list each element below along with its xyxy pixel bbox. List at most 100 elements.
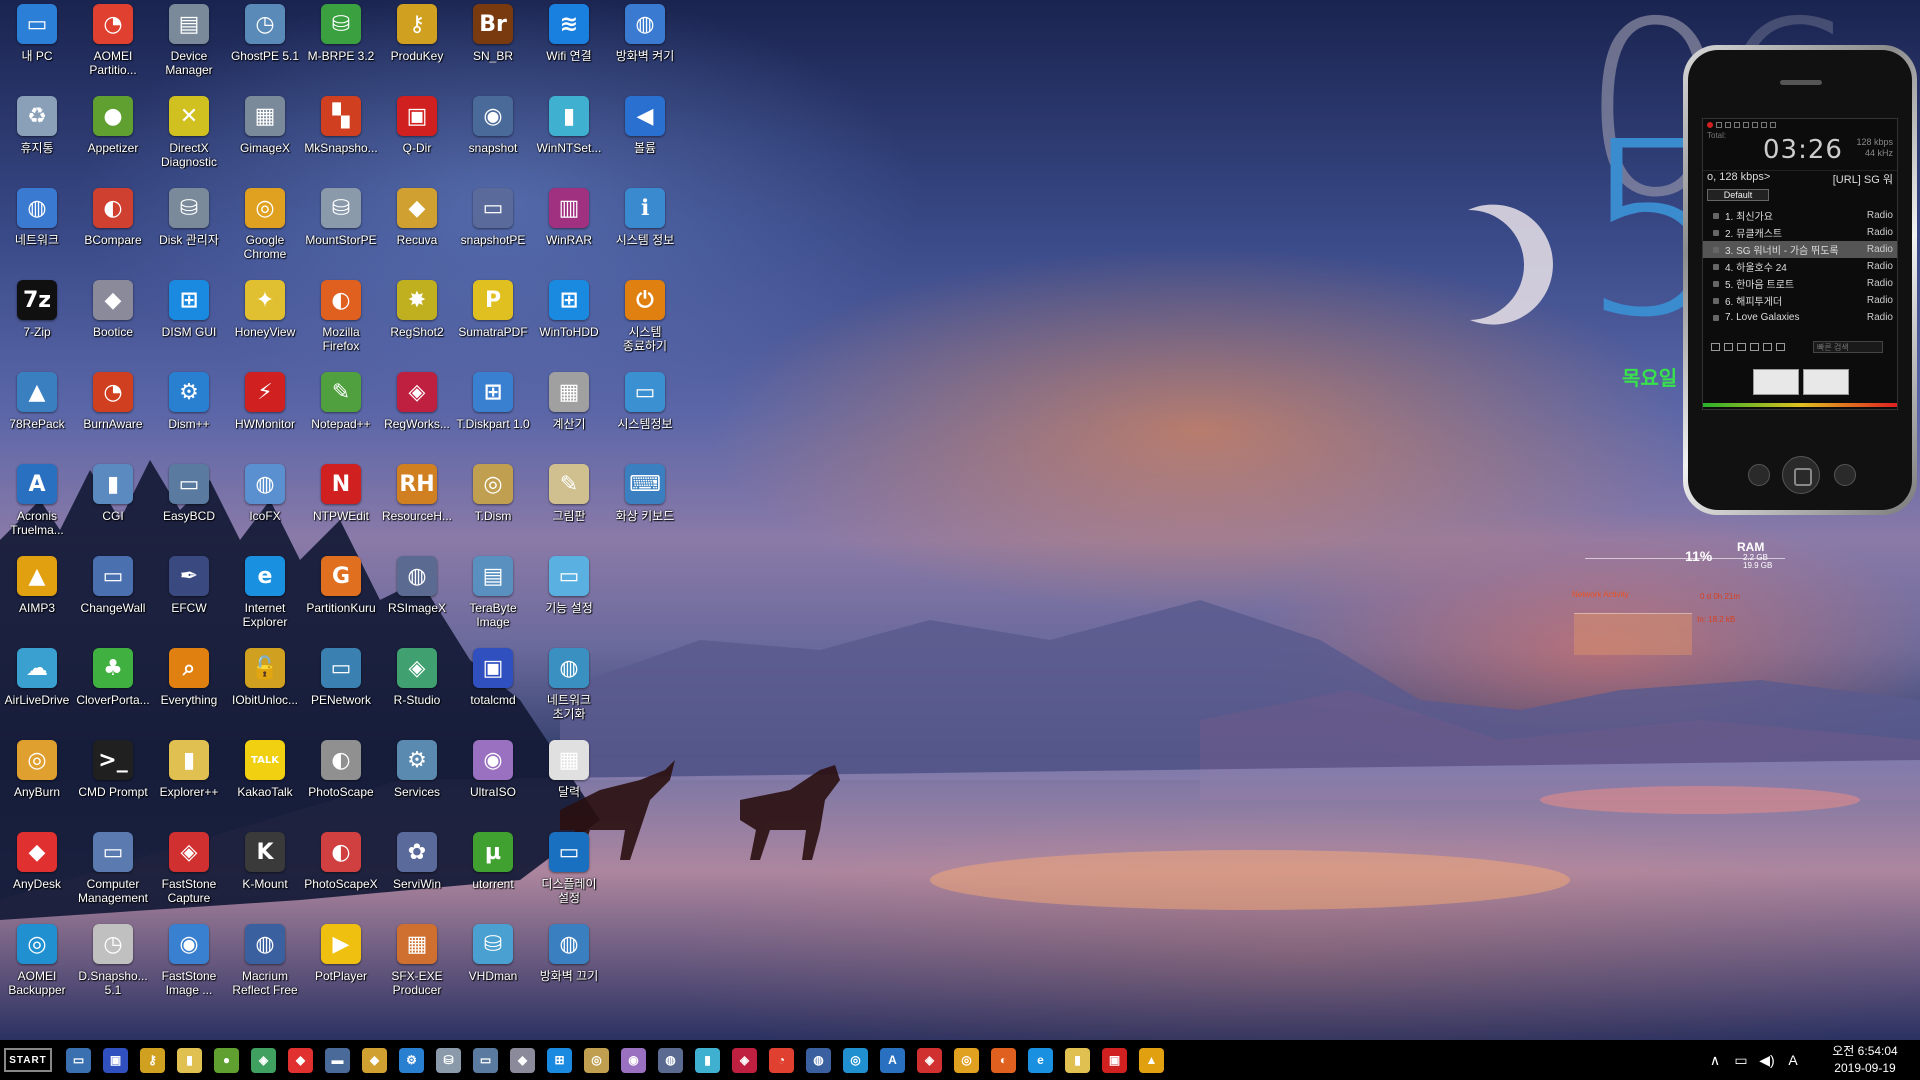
desktop-icon[interactable]: ◈ RegWorks... bbox=[380, 368, 454, 456]
toolbar-button-icon[interactable] bbox=[1770, 122, 1776, 128]
desktop-icon[interactable]: ▮ Explorer++ bbox=[152, 736, 226, 824]
desktop-icon[interactable]: ⛁ VHDman bbox=[456, 920, 530, 1008]
key-taskbar-icon[interactable]: ⚷ bbox=[140, 1047, 165, 1073]
desktop-icon[interactable]: TALK KakaoTalk bbox=[228, 736, 302, 824]
toolbar-button-icon[interactable] bbox=[1716, 122, 1722, 128]
toolbar-button-icon[interactable] bbox=[1725, 122, 1731, 128]
desktop-icon[interactable]: ℹ 시스템 정보 bbox=[608, 184, 682, 272]
next-button[interactable] bbox=[1834, 464, 1856, 486]
desktop-icon[interactable]: ⚙ Dism++ bbox=[152, 368, 226, 456]
desktop-icon[interactable]: ◉ FastStone Image ... bbox=[152, 920, 226, 1008]
folder-taskbar-icon[interactable]: ▮ bbox=[177, 1047, 202, 1073]
playlist-item[interactable]: 3. SG 워너비 - 가슴 뛰도록 Radio bbox=[1703, 241, 1897, 258]
computer-taskbar-icon[interactable]: ▭ bbox=[66, 1047, 91, 1073]
floppy-taskbar-icon[interactable]: ▣ bbox=[103, 1047, 128, 1073]
desktop-icon[interactable]: ✦ HoneyView bbox=[228, 276, 302, 364]
desktop-icon[interactable]: ◐ PhotoScape bbox=[304, 736, 378, 824]
desktop-icon[interactable]: ☁ AirLiveDrive bbox=[0, 644, 74, 732]
playlist-tab-default[interactable]: Default bbox=[1707, 189, 1769, 201]
desktop-icon[interactable]: 7z 7-Zip bbox=[0, 276, 74, 364]
desktop-icon[interactable]: ⛁ M-BRPE 3.2 bbox=[304, 0, 378, 88]
qdir-taskbar-icon[interactable]: ▣ bbox=[1102, 1047, 1127, 1073]
desktop-icon[interactable]: ⊞ WinToHDD bbox=[532, 276, 606, 364]
desktop-icon[interactable]: ▭ ChangeWall bbox=[76, 552, 150, 640]
ie-taskbar-icon[interactable]: e bbox=[1028, 1047, 1053, 1073]
desktop-icon[interactable]: ≋ Wifi 연결 bbox=[532, 0, 606, 88]
desktop-icon[interactable]: >_ CMD Prompt bbox=[76, 736, 150, 824]
regworks-taskbar-icon[interactable]: ◈ bbox=[732, 1047, 757, 1073]
desktop-icon[interactable]: K K-Mount bbox=[228, 828, 302, 916]
desktop-icon[interactable]: ◍ 네트워크 bbox=[0, 184, 74, 272]
desktop-icon[interactable]: A Acronis Truelma... bbox=[0, 460, 74, 548]
desktop-icon[interactable]: ◔ AOMEI Partitio... bbox=[76, 0, 150, 88]
anydesk-taskbar-icon[interactable]: ◆ bbox=[288, 1047, 313, 1073]
desktop-icon[interactable]: ▭ 기능 설정 bbox=[532, 552, 606, 640]
desktop-icon[interactable]: ▮ WinNTSet... bbox=[532, 92, 606, 180]
desktop-icon[interactable]: ▦ GimageX bbox=[228, 92, 302, 180]
desktop-icon[interactable]: ◆ Bootice bbox=[76, 276, 150, 364]
tray-network-icon[interactable]: ▭ bbox=[1732, 1051, 1750, 1069]
desktop-icon[interactable]: ▭ Computer Management bbox=[76, 828, 150, 916]
faststone-taskbar-icon[interactable]: ◈ bbox=[917, 1047, 942, 1073]
playlist-file-button[interactable] bbox=[1763, 343, 1772, 351]
firefox-taskbar-icon[interactable]: ◐ bbox=[991, 1047, 1016, 1073]
desktop-icon[interactable]: ▦ 달력 bbox=[532, 736, 606, 824]
desktop-icon[interactable]: ⚡ HWMonitor bbox=[228, 368, 302, 456]
play-button[interactable] bbox=[1782, 456, 1820, 494]
bootice-taskbar-icon[interactable]: ◆ bbox=[510, 1047, 535, 1073]
easybcd-taskbar-icon[interactable]: ▭ bbox=[473, 1047, 498, 1073]
playlist-item[interactable]: 1. 최신가요 Radio bbox=[1703, 207, 1897, 224]
volume-bar[interactable] bbox=[1703, 403, 1897, 407]
desktop-icon[interactable]: ⚙ Services bbox=[380, 736, 454, 824]
playlist-misc-button[interactable] bbox=[1776, 343, 1785, 351]
desktop-icon[interactable]: ◆ AnyDesk bbox=[0, 828, 74, 916]
playlist-item[interactable]: 5. 한마음 트로트 Radio bbox=[1703, 275, 1897, 292]
desktop-icon[interactable]: ◍ RSImageX bbox=[380, 552, 454, 640]
windows-taskbar-icon[interactable]: ⊞ bbox=[547, 1047, 572, 1073]
desktop-icon[interactable]: ▣ totalcmd bbox=[456, 644, 530, 732]
tray-chevron-icon[interactable]: ∧ bbox=[1706, 1051, 1724, 1069]
desktop-icon[interactable]: ✒ EFCW bbox=[152, 552, 226, 640]
desktop-icon[interactable]: ▭ snapshotPE bbox=[456, 184, 530, 272]
desktop-icon[interactable]: ◎ AOMEI Backupper bbox=[0, 920, 74, 1008]
playlist-sort-button[interactable] bbox=[1737, 343, 1746, 351]
gear-taskbar-icon[interactable]: ⚙ bbox=[399, 1047, 424, 1073]
desktop-icon[interactable]: Br SN_BR bbox=[456, 0, 530, 88]
desktop-icon[interactable]: ⚷ ProduKey bbox=[380, 0, 454, 88]
desktop-icon[interactable]: ▦ SFX-EXE Producer bbox=[380, 920, 454, 1008]
desktop-icon[interactable]: ✕ DirectX Diagnostic bbox=[152, 92, 226, 180]
desktop-icon[interactable]: ✎ 그림판 bbox=[532, 460, 606, 548]
playlist-item[interactable]: 6. 해피투게더 Radio bbox=[1703, 292, 1897, 309]
desktop-icon[interactable]: ▮ CGI bbox=[76, 460, 150, 548]
desktop-icon[interactable]: ⛁ Disk 관리자 bbox=[152, 184, 226, 272]
desktop-icon[interactable]: ◎ T.Dism bbox=[456, 460, 530, 548]
toolbar-button-icon[interactable] bbox=[1743, 122, 1749, 128]
aomei-backupper-taskbar-icon[interactable]: ◎ bbox=[843, 1047, 868, 1073]
desktop-icon[interactable]: G PartitionKuru bbox=[304, 552, 378, 640]
desktop-icon[interactable]: ▲ 78RePack bbox=[0, 368, 74, 456]
desktop-icon[interactable]: ♻ 휴지통 bbox=[0, 92, 74, 180]
drive-taskbar-icon[interactable]: ▬ bbox=[325, 1047, 350, 1073]
playlist-item[interactable]: 4. 하울호수 24 Radio bbox=[1703, 258, 1897, 275]
desktop-icon[interactable]: ◐ BCompare bbox=[76, 184, 150, 272]
desktop-icon[interactable]: ◐ Mozilla Firefox bbox=[304, 276, 378, 364]
desktop-icon[interactable]: ⌕ Everything bbox=[152, 644, 226, 732]
start-button[interactable]: START bbox=[4, 1048, 52, 1072]
desktop-icon[interactable]: P SumatraPDF bbox=[456, 276, 530, 364]
desktop-icon[interactable]: ◎ Google Chrome bbox=[228, 184, 302, 272]
toolbar-button-icon[interactable] bbox=[1734, 122, 1740, 128]
desktop-icon[interactable]: ◐ PhotoScapeX bbox=[304, 828, 378, 916]
desktop-icon[interactable]: ◀ 볼륨 bbox=[608, 92, 682, 180]
desktop-icon[interactable]: ◎ AnyBurn bbox=[0, 736, 74, 824]
macrium-taskbar-icon[interactable]: ◍ bbox=[806, 1047, 831, 1073]
desktop-icon[interactable]: ◷ D.Snapsho... 5.1 bbox=[76, 920, 150, 1008]
ultraiso-taskbar-icon[interactable]: ◉ bbox=[621, 1047, 646, 1073]
desktop-icon[interactable]: ♣ CloverPorta... bbox=[76, 644, 150, 732]
tray-volume-icon[interactable]: ◀) bbox=[1758, 1051, 1776, 1069]
desktop-icon[interactable]: e Internet Explorer bbox=[228, 552, 302, 640]
desktop-icon[interactable]: ◍ 네트워크 초기화 bbox=[532, 644, 606, 732]
desktop-icon[interactable]: 🔓 IObitUnloc... bbox=[228, 644, 302, 732]
desktop-icon[interactable]: ▚ MkSnapsho... bbox=[304, 92, 378, 180]
tray-clock[interactable]: 오전 6:54:04 2019-09-19 bbox=[1810, 1043, 1920, 1077]
desktop-icon[interactable]: ✎ Notepad++ bbox=[304, 368, 378, 456]
